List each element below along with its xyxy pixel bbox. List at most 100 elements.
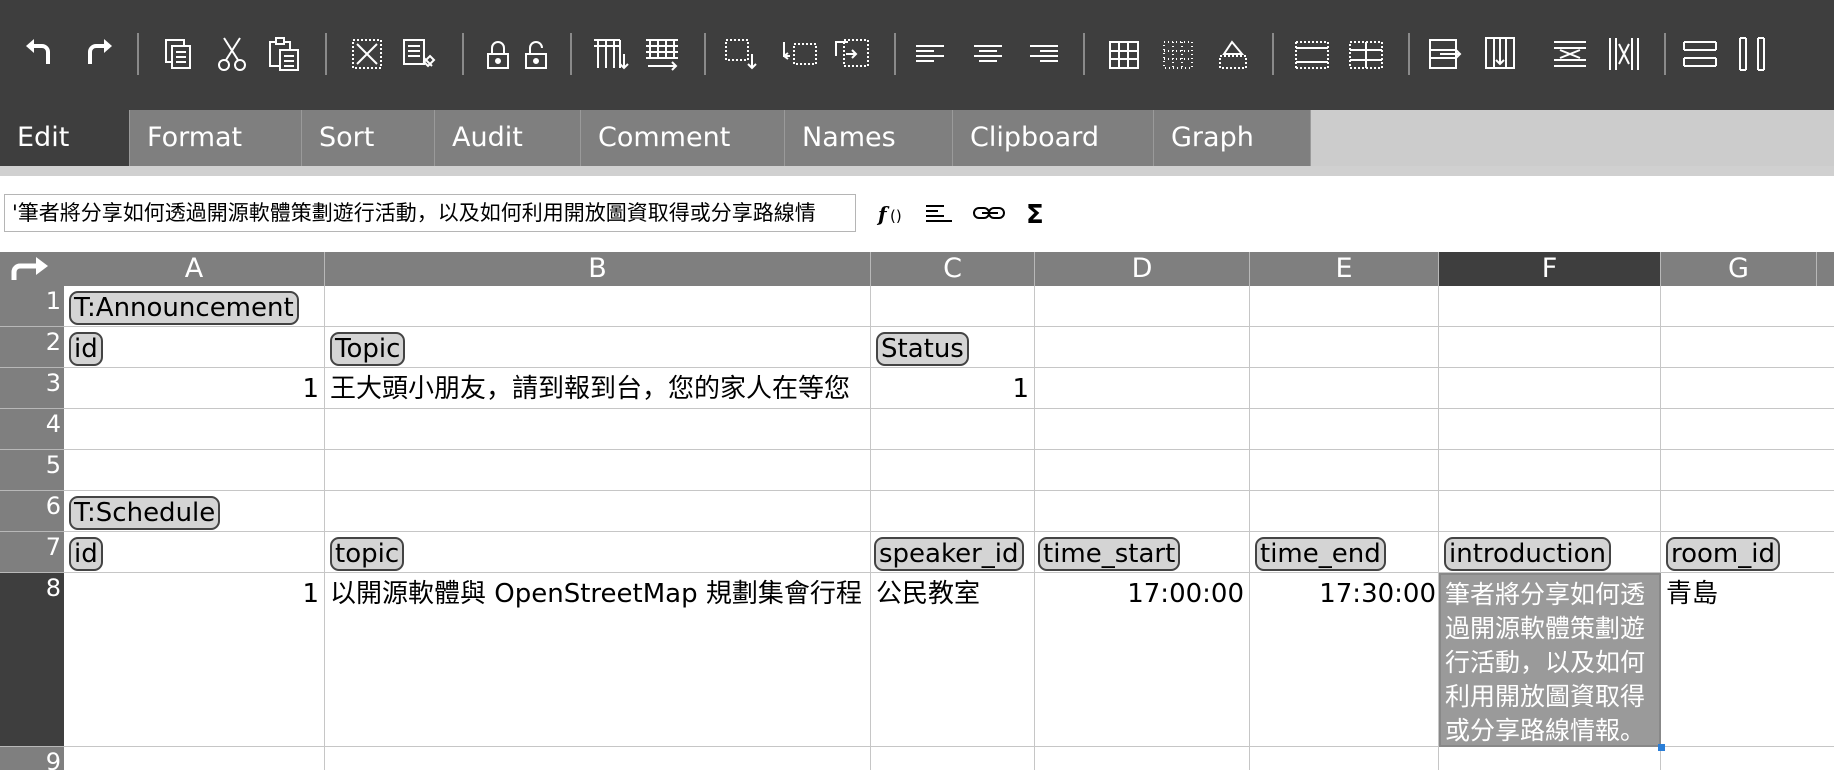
hide-column-icon[interactable] xyxy=(1604,34,1644,74)
cell-g1[interactable] xyxy=(1661,286,1834,327)
cell-g8[interactable]: 青島 xyxy=(1661,573,1834,747)
borders-icon[interactable] xyxy=(1104,34,1144,74)
column-header-h[interactable] xyxy=(1817,252,1834,286)
unmerge-cells-icon[interactable] xyxy=(1346,34,1386,74)
insert-column-icon[interactable] xyxy=(642,34,682,74)
paste-icon[interactable] xyxy=(264,34,304,74)
column-header-g[interactable]: G xyxy=(1661,252,1817,286)
row-header-8[interactable]: 8 xyxy=(0,573,64,747)
cell-d7[interactable]: time_start xyxy=(1035,532,1250,573)
cell-c8[interactable]: 公民教室 xyxy=(871,573,1035,747)
cell-a4[interactable] xyxy=(64,409,325,450)
cell-a5[interactable] xyxy=(64,450,325,491)
cell-f4[interactable] xyxy=(1439,409,1661,450)
cell-a3[interactable]: 1 xyxy=(64,368,325,409)
redo-icon[interactable] xyxy=(78,34,118,74)
cell-f9[interactable] xyxy=(1439,747,1661,770)
swap-rows-icon[interactable] xyxy=(1426,34,1466,74)
cell-f3[interactable] xyxy=(1439,368,1661,409)
tab-audit[interactable]: Audit xyxy=(435,110,581,166)
cell-d2[interactable] xyxy=(1035,327,1250,368)
cell-e5[interactable] xyxy=(1250,450,1439,491)
cell-b5[interactable] xyxy=(325,450,871,491)
cell-e6[interactable] xyxy=(1250,491,1439,532)
column-header-a[interactable]: A xyxy=(64,252,325,286)
fill-handle[interactable] xyxy=(1658,744,1665,751)
show-rows-icon[interactable] xyxy=(1680,34,1720,74)
tab-edit[interactable]: Edit xyxy=(0,110,130,166)
function-icon[interactable]: f() xyxy=(876,198,912,230)
delete-row-icon[interactable] xyxy=(722,34,762,74)
cell-e8[interactable]: 17:30:00 xyxy=(1250,573,1439,747)
cell-b1[interactable] xyxy=(325,286,871,327)
cell-b3[interactable]: 王大頭小朋友，請到報到台，您的家人在等您 xyxy=(325,368,871,409)
row-header-2[interactable]: 2 xyxy=(0,327,64,368)
cell-f5[interactable] xyxy=(1439,450,1661,491)
cell-a8[interactable]: 1 xyxy=(64,573,325,747)
link-icon[interactable] xyxy=(972,198,1008,230)
cell-a2[interactable]: id xyxy=(64,327,325,368)
row-header-1[interactable]: 1 xyxy=(0,286,64,327)
show-columns-icon[interactable] xyxy=(1734,34,1774,74)
cell-b9[interactable] xyxy=(325,747,871,770)
hide-row-icon[interactable] xyxy=(1550,34,1590,74)
sum-icon[interactable]: Σ xyxy=(1022,198,1058,230)
tab-comment[interactable]: Comment xyxy=(581,110,785,166)
cell-c4[interactable] xyxy=(871,409,1035,450)
cell-b4[interactable] xyxy=(325,409,871,450)
cell-d6[interactable] xyxy=(1035,491,1250,532)
lock-icon[interactable] xyxy=(478,34,518,74)
row-header-7[interactable]: 7 xyxy=(0,532,64,573)
cell-g5[interactable] xyxy=(1661,450,1834,491)
row-header-5[interactable]: 5 xyxy=(0,450,64,491)
align-right-icon[interactable] xyxy=(1024,34,1064,74)
multiline-icon[interactable] xyxy=(924,198,960,230)
tab-names[interactable]: Names xyxy=(785,110,953,166)
tab-graph[interactable]: Graph xyxy=(1154,110,1311,166)
cell-a1[interactable]: T:Announcement xyxy=(64,286,325,327)
fill-icon[interactable] xyxy=(1212,34,1252,74)
cell-e1[interactable] xyxy=(1250,286,1439,327)
cell-b8[interactable]: 以開源軟體與 OpenStreetMap 規劃集會行程 xyxy=(325,573,871,747)
column-header-c[interactable]: C xyxy=(871,252,1035,286)
cell-g9[interactable] xyxy=(1661,747,1834,770)
delete-column-icon[interactable] xyxy=(780,34,820,74)
cell-d4[interactable] xyxy=(1035,409,1250,450)
cell-e2[interactable] xyxy=(1250,327,1439,368)
cell-c9[interactable] xyxy=(871,747,1035,770)
cell-b2[interactable]: Topic xyxy=(325,327,871,368)
cell-f8-selected[interactable]: 筆者將分享如何透過開源軟體策劃遊行活動，以及如何利用開放圖資取得或分享路線情報。 xyxy=(1439,573,1661,747)
align-left-icon[interactable] xyxy=(910,34,950,74)
cell-a6[interactable]: T:Schedule xyxy=(64,491,325,532)
row-header-3[interactable]: 3 xyxy=(0,368,64,409)
column-header-e[interactable]: E xyxy=(1250,252,1439,286)
cell-d9[interactable] xyxy=(1035,747,1250,770)
cell-c7[interactable]: speaker_id xyxy=(871,532,1035,573)
cell-e7[interactable]: time_end xyxy=(1250,532,1439,573)
undo-icon[interactable] xyxy=(20,34,60,74)
cell-c5[interactable] xyxy=(871,450,1035,491)
cell-g3[interactable] xyxy=(1661,368,1834,409)
delete-contents-icon[interactable] xyxy=(347,34,387,74)
align-center-icon[interactable] xyxy=(968,34,1008,74)
select-all-corner[interactable] xyxy=(0,252,64,286)
tab-format[interactable]: Format xyxy=(130,110,302,166)
cell-f7[interactable]: introduction xyxy=(1439,532,1661,573)
move-icon[interactable] xyxy=(832,34,872,74)
cell-g7[interactable]: room_id xyxy=(1661,532,1834,573)
column-header-f[interactable]: F xyxy=(1439,252,1661,286)
cut-icon[interactable] xyxy=(212,34,252,74)
cell-d5[interactable] xyxy=(1035,450,1250,491)
cell-c6[interactable] xyxy=(871,491,1035,532)
cell-f2[interactable] xyxy=(1439,327,1661,368)
copy-icon[interactable] xyxy=(158,34,198,74)
column-header-b[interactable]: B xyxy=(325,252,871,286)
insert-row-icon[interactable] xyxy=(590,34,630,74)
row-header-6[interactable]: 6 xyxy=(0,491,64,532)
cell-d1[interactable] xyxy=(1035,286,1250,327)
cell-a7[interactable]: id xyxy=(64,532,325,573)
cell-d8[interactable]: 17:00:00 xyxy=(1035,573,1250,747)
tab-sort[interactable]: Sort xyxy=(302,110,435,166)
merge-cells-icon[interactable] xyxy=(1292,34,1332,74)
cell-f6[interactable] xyxy=(1439,491,1661,532)
